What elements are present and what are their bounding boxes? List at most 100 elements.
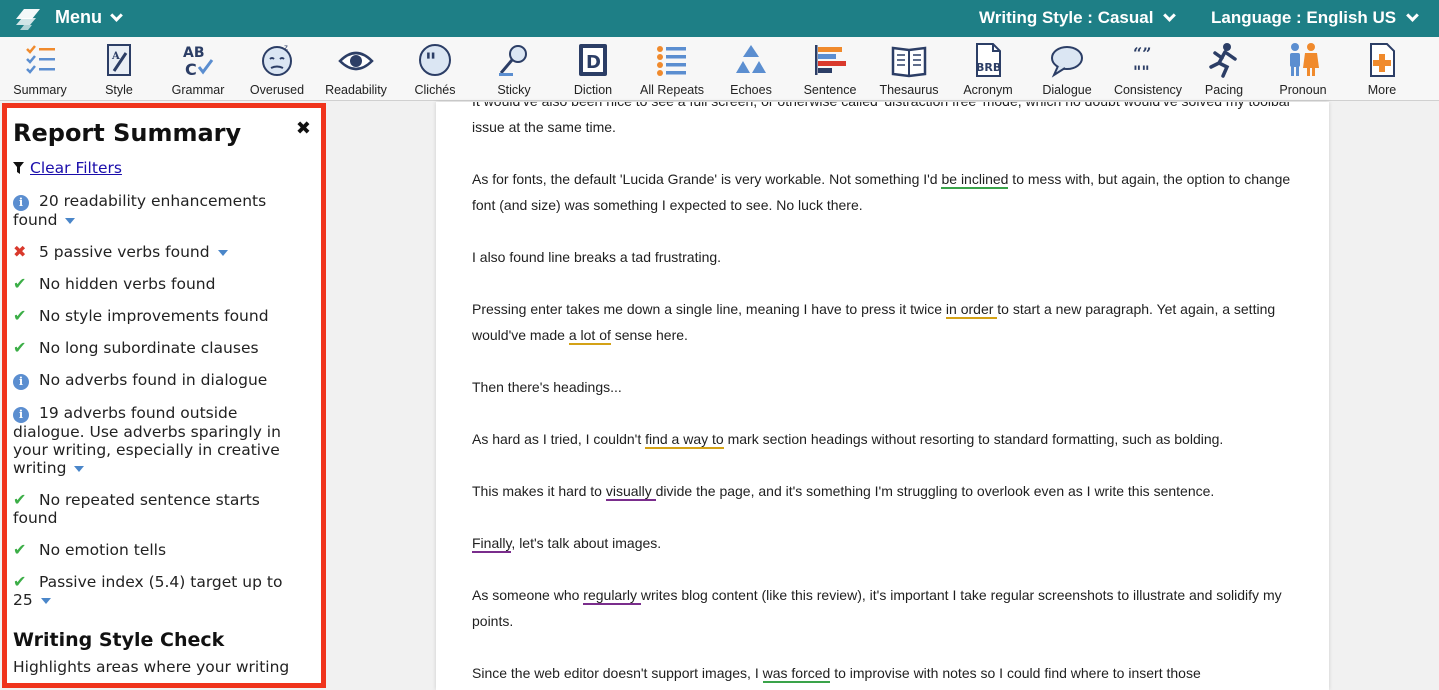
- summary-item: ✔ No style improvements found: [13, 306, 269, 326]
- sticky-icon: [499, 45, 527, 76]
- tool-summary[interactable]: Summary: [0, 41, 80, 99]
- running-icon: [1209, 43, 1237, 78]
- tool-pronoun[interactable]: Pronoun: [1263, 41, 1343, 99]
- paragraph: Finally, let's talk about images.: [472, 535, 662, 553]
- tool-echoes[interactable]: Echoes: [711, 41, 791, 99]
- tool-all-repeats[interactable]: All Repeats: [632, 41, 712, 99]
- tool-thesaurus[interactable]: Thesaurus: [869, 41, 949, 99]
- highlight-phrase[interactable]: Finally: [472, 535, 512, 553]
- check-icon: ✔: [13, 338, 27, 357]
- section-title: Writing Style Check: [13, 629, 225, 651]
- tool-label: Echoes: [730, 83, 772, 97]
- plus-doc-icon: [1370, 43, 1395, 77]
- tool-label: More: [1367, 83, 1397, 97]
- summary-item[interactable]: i 20 readability enhancements found: [13, 192, 303, 229]
- tool-label: Acronym: [963, 83, 1013, 97]
- chevron-down-icon: [1163, 9, 1177, 22]
- chevron-down-icon: [1406, 9, 1419, 22]
- summary-item[interactable]: ✖ 5 passive verbs found: [13, 243, 303, 261]
- highlight-phrase[interactable]: find a way to: [645, 431, 724, 449]
- summary-item: ✔ No hidden verbs found: [13, 274, 216, 294]
- sentence-bars-icon: [815, 45, 846, 75]
- close-icon[interactable]: ✖: [296, 118, 311, 139]
- info-icon: i: [13, 407, 29, 423]
- clear-filters-link[interactable]: Clear Filters: [30, 159, 122, 177]
- svg-text:AB: AB: [183, 45, 205, 61]
- tool-pacing[interactable]: Pacing: [1184, 41, 1264, 99]
- svg-text:C: C: [185, 60, 197, 79]
- paragraph: This makes it hard to visually divide th…: [472, 483, 1215, 501]
- tool-sticky[interactable]: Sticky: [474, 41, 554, 99]
- paragraph: Then there's headings...: [472, 379, 622, 395]
- tool-label: Thesaurus: [879, 83, 939, 97]
- menu-button[interactable]: Menu: [55, 7, 123, 28]
- report-toolbar: Summary A Style AB C Grammar z Overused: [0, 37, 1439, 101]
- chevron-down-icon: [110, 8, 123, 22]
- list-icon: [657, 46, 686, 76]
- tool-dialogue[interactable]: Dialogue: [1027, 41, 1107, 99]
- caret-down-icon[interactable]: [217, 249, 228, 256]
- svg-text:D: D: [586, 52, 601, 73]
- tool-readability[interactable]: Readability: [316, 41, 396, 99]
- summary-item: i No adverbs found in dialogue: [13, 371, 303, 390]
- tool-label: Readability: [325, 83, 387, 97]
- svg-text:": ": [425, 49, 436, 75]
- summary-item: ✔ No long subordinate clauses: [13, 338, 259, 358]
- caret-down-icon[interactable]: [65, 217, 76, 224]
- style-icon: A: [107, 44, 131, 76]
- tool-cliches[interactable]: " Clichés: [395, 41, 475, 99]
- tool-grammar[interactable]: AB C Grammar: [158, 41, 238, 99]
- panel-title: Report Summary: [13, 119, 242, 147]
- caret-down-icon[interactable]: [40, 597, 51, 604]
- tool-label: Pronoun: [1279, 83, 1327, 97]
- tool-style[interactable]: A Style: [79, 41, 159, 99]
- summary-item: ✔ No repeated sentence starts found: [13, 490, 260, 528]
- tool-consistency[interactable]: “” "" Consistency: [1108, 41, 1188, 99]
- check-icon: ✔: [13, 572, 27, 591]
- summary-icon: [26, 45, 55, 74]
- paragraph: It would've also been nice to see a full…: [472, 102, 1291, 135]
- logo-icon: [16, 9, 40, 30]
- highlight-phrase[interactable]: regularly: [583, 587, 641, 605]
- tool-diction[interactable]: D Diction: [553, 41, 633, 99]
- svg-text:A: A: [111, 51, 120, 62]
- svg-text:z: z: [284, 43, 288, 52]
- caret-down-icon[interactable]: [74, 465, 85, 472]
- grammar-icon: AB C: [183, 45, 214, 79]
- filter-row: Clear Filters: [13, 159, 122, 177]
- quote-bubble-icon: ": [419, 44, 451, 76]
- cross-icon: ✖: [13, 242, 27, 261]
- summary-item[interactable]: ✔ Passive index (5.4) target up to 25: [13, 572, 303, 610]
- top-bar: Menu Writing Style : Casual Language : E…: [0, 0, 1439, 37]
- writing-style-dropdown[interactable]: Writing Style : Casual: [979, 8, 1177, 28]
- speech-bubble-icon: [1051, 46, 1083, 78]
- highlight-phrase[interactable]: be inclined: [941, 171, 1009, 189]
- highlight-phrase[interactable]: a lot of: [568, 327, 611, 345]
- tool-label: Grammar: [171, 83, 225, 97]
- check-icon: ✔: [13, 490, 27, 509]
- language-dropdown[interactable]: Language : English US: [1211, 8, 1419, 28]
- acronym-icon: BRB: [976, 43, 1001, 77]
- paragraph: Since the web editor doesn't support ima…: [472, 665, 1201, 683]
- tool-acronym[interactable]: BRB Acronym: [948, 41, 1028, 99]
- people-icon: [1290, 43, 1319, 76]
- tool-label: Consistency: [1113, 83, 1183, 97]
- summary-item[interactable]: i 19 adverbs found outside dialogue. Use …: [13, 404, 303, 477]
- filter-icon: [13, 162, 24, 174]
- report-summary-panel: Report Summary ✖ Clear Filters i 20 reada…: [2, 103, 326, 688]
- highlight-phrase[interactable]: was forced: [762, 665, 831, 683]
- writing-style-label: Writing Style : Casual: [979, 8, 1154, 27]
- check-icon: ✔: [13, 274, 27, 293]
- section-description: Highlights areas where your writing: [13, 658, 290, 676]
- tool-label: Overused: [249, 83, 305, 97]
- highlight-phrase[interactable]: visually: [605, 483, 656, 501]
- svg-text:“”: “”: [1133, 44, 1151, 63]
- tool-more[interactable]: More: [1342, 41, 1422, 99]
- document-editor[interactable]: It would've also been nice to see a full…: [436, 102, 1329, 690]
- eye-icon: [338, 51, 374, 71]
- tool-label: Clichés: [414, 83, 456, 97]
- tool-overused[interactable]: z Overused: [237, 41, 317, 99]
- highlight-phrase[interactable]: in order: [945, 301, 998, 319]
- summary-item: ✔ No emotion tells: [13, 540, 167, 560]
- tool-sentence[interactable]: Sentence: [790, 41, 870, 99]
